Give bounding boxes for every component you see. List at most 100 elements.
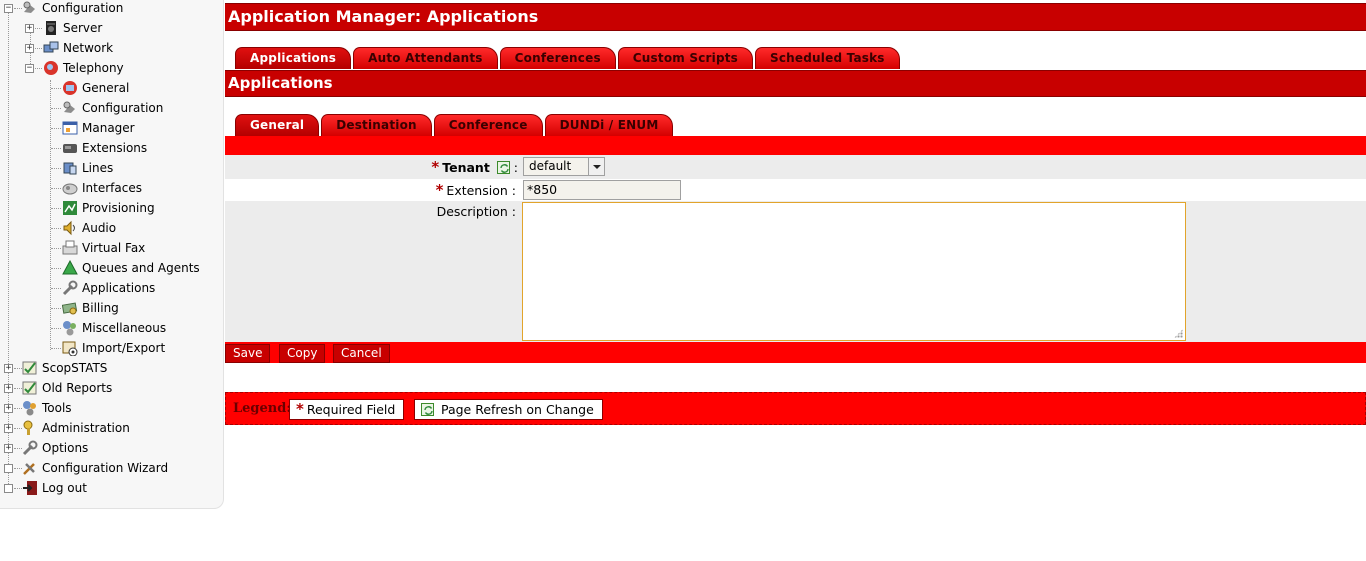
- queues-icon: [62, 260, 78, 276]
- description-textarea[interactable]: [522, 202, 1186, 341]
- tab-general[interactable]: General: [235, 114, 320, 136]
- tree-item-network[interactable]: + Network: [0, 38, 223, 58]
- tab-applications[interactable]: Applications: [235, 47, 352, 69]
- fax-icon: [62, 240, 78, 256]
- general-icon: [62, 80, 78, 96]
- tree-item-label: Virtual Fax: [82, 241, 146, 255]
- tree-item-virtual-fax[interactable]: Virtual Fax: [0, 238, 223, 258]
- server-icon: [43, 20, 59, 36]
- leaf-box-icon: [4, 464, 13, 473]
- tree-item-import-export[interactable]: Import/Export: [0, 338, 223, 358]
- telephony-icon: [43, 60, 59, 76]
- applications-icon: [62, 280, 78, 296]
- tree-item-applications[interactable]: Applications: [0, 278, 223, 298]
- tree-item-label: Provisioning: [82, 201, 155, 215]
- save-button[interactable]: Save: [225, 344, 271, 363]
- tree-item-old-reports[interactable]: + Old Reports: [0, 378, 223, 398]
- lines-icon: [62, 160, 78, 176]
- tree-item-label: Audio: [82, 221, 117, 235]
- tab-scheduled-tasks[interactable]: Scheduled Tasks: [755, 47, 900, 69]
- tree-item-interfaces[interactable]: Interfaces: [0, 178, 223, 198]
- expand-icon[interactable]: +: [4, 444, 13, 453]
- tree-item-label: Import/Export: [82, 341, 166, 355]
- extension-input[interactable]: *850: [523, 180, 681, 200]
- tab-destination[interactable]: Destination: [321, 114, 432, 136]
- wizard-icon: [22, 460, 38, 476]
- description-row: Description :: [225, 201, 1366, 342]
- tab-conferences[interactable]: Conferences: [499, 47, 616, 69]
- tree-item-label: Old Reports: [42, 381, 113, 395]
- tree-item-administration[interactable]: + Administration: [0, 418, 223, 438]
- tree-item-options[interactable]: + Options: [0, 438, 223, 458]
- tree-item-billing[interactable]: Billing: [0, 298, 223, 318]
- tree-item-configuration-sub[interactable]: Configuration: [0, 98, 223, 118]
- cancel-button[interactable]: Cancel: [333, 344, 390, 363]
- description-label: Description :: [436, 204, 516, 219]
- tree-item-configuration[interactable]: − Configuration: [0, 0, 223, 18]
- tree-item-label: Configuration: [42, 1, 124, 15]
- expand-icon[interactable]: +: [25, 44, 34, 53]
- tree-item-extensions[interactable]: Extensions: [0, 138, 223, 158]
- extension-row: * Extension : *850: [225, 179, 1366, 201]
- network-icon: [43, 40, 59, 56]
- audio-icon: [62, 220, 78, 236]
- tab-custom-scripts[interactable]: Custom Scripts: [617, 47, 754, 69]
- extensions-icon: [62, 140, 78, 156]
- collapse-icon[interactable]: −: [25, 64, 34, 73]
- tree-item-label: Administration: [42, 421, 130, 435]
- tree-item-general[interactable]: General: [0, 78, 223, 98]
- tree-item-label: Configuration Wizard: [42, 461, 169, 475]
- tree-item-tools[interactable]: + Tools: [0, 398, 223, 418]
- tab-dundi-enum[interactable]: DUNDi / ENUM: [544, 114, 674, 136]
- expand-icon[interactable]: +: [4, 424, 13, 433]
- billing-icon: [62, 300, 78, 316]
- tree-item-server[interactable]: + Server: [0, 18, 223, 38]
- tree-item-lines[interactable]: Lines: [0, 158, 223, 178]
- expand-icon[interactable]: +: [25, 24, 34, 33]
- tree-item-audio[interactable]: Audio: [0, 218, 223, 238]
- tree-item-label: Manager: [82, 121, 135, 135]
- tree-item-miscellaneous[interactable]: Miscellaneous: [0, 318, 223, 338]
- collapse-icon[interactable]: −: [4, 4, 13, 13]
- form-header-band: [225, 136, 1366, 155]
- tree-item-label: Queues and Agents: [82, 261, 200, 275]
- expand-icon[interactable]: +: [4, 364, 13, 373]
- import-export-icon: [62, 340, 78, 356]
- tab-conference[interactable]: Conference: [433, 114, 543, 136]
- expand-icon[interactable]: +: [4, 404, 13, 413]
- miscellaneous-icon: [62, 320, 78, 336]
- configuration-icon: [22, 0, 38, 16]
- tree-item-scopstats[interactable]: + ScopSTATS: [0, 358, 223, 378]
- tree-item-label: Lines: [82, 161, 114, 175]
- legend-page-refresh: Page Refresh on Change: [414, 399, 603, 420]
- legend-title: Legend:: [233, 401, 292, 416]
- reports-icon: [22, 380, 38, 396]
- chevron-down-icon[interactable]: [588, 158, 604, 175]
- tree-item-label: General: [82, 81, 130, 95]
- tools-icon: [22, 400, 38, 416]
- manager-icon: [62, 120, 78, 136]
- refresh-on-change-icon: [421, 403, 434, 416]
- logout-icon: [22, 480, 38, 496]
- administration-icon: [22, 420, 38, 436]
- resize-grip-icon[interactable]: [1174, 329, 1183, 338]
- tree-item-label: Options: [42, 441, 89, 455]
- tenant-select[interactable]: default: [523, 157, 605, 176]
- expand-icon[interactable]: +: [4, 384, 13, 393]
- copy-button[interactable]: Copy: [279, 344, 326, 363]
- provisioning-icon: [62, 200, 78, 216]
- scopstats-icon: [22, 360, 38, 376]
- action-bar: Save Copy Cancel: [225, 342, 1366, 363]
- tree-item-label: Extensions: [82, 141, 148, 155]
- configuration-icon: [62, 100, 78, 116]
- interfaces-icon: [62, 180, 78, 196]
- tree-item-telephony[interactable]: − Telephony: [0, 58, 223, 78]
- tree-item-queues-and-agents[interactable]: Queues and Agents: [0, 258, 223, 278]
- tab-auto-attendants[interactable]: Auto Attendants: [353, 47, 498, 69]
- tree-item-label: Configuration: [82, 101, 164, 115]
- tenant-row: * Tenant : default: [225, 155, 1366, 179]
- tree-item-log-out[interactable]: Log out: [0, 478, 223, 498]
- tree-item-provisioning[interactable]: Provisioning: [0, 198, 223, 218]
- tree-item-configuration-wizard[interactable]: Configuration Wizard: [0, 458, 223, 478]
- tree-item-manager[interactable]: Manager: [0, 118, 223, 138]
